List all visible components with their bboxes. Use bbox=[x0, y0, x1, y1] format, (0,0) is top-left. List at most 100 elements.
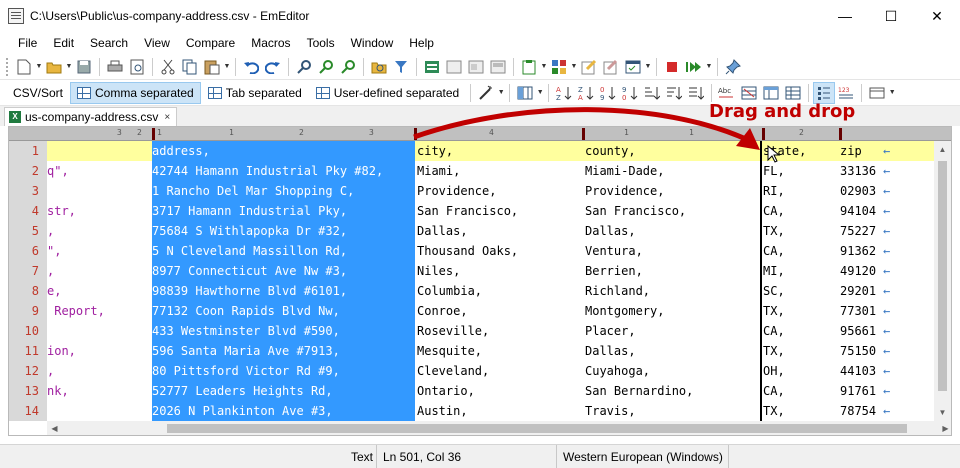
csv-cell[interactable]: 8977 Connecticut Ave Nw #3, bbox=[152, 261, 347, 281]
csv-cell[interactable]: e, bbox=[47, 281, 61, 301]
csv-cell[interactable]: Dallas, bbox=[417, 221, 468, 241]
csv-cell[interactable]: 75150 bbox=[840, 341, 876, 361]
vertical-scrollbar[interactable]: ▲ ▼ bbox=[934, 141, 951, 421]
csv-cell[interactable]: TX, bbox=[763, 341, 785, 361]
pin-icon[interactable] bbox=[722, 56, 744, 78]
csv-cell[interactable]: Dallas, bbox=[585, 341, 636, 361]
csv-cell[interactable]: Cleveland, bbox=[417, 361, 489, 381]
sort-numeric-descending-icon[interactable]: 90 bbox=[619, 82, 641, 104]
close-button[interactable]: ✕ bbox=[914, 0, 960, 32]
print-icon[interactable] bbox=[104, 56, 126, 78]
csv-cell[interactable]: , bbox=[47, 261, 54, 281]
csv-cell[interactable]: 91362 bbox=[840, 241, 876, 261]
csv-cell[interactable]: 78754 bbox=[840, 401, 876, 421]
customize-icon[interactable] bbox=[578, 56, 600, 78]
csv-sort-label[interactable]: CSV/Sort bbox=[6, 82, 70, 104]
csv-cell[interactable]: 52777 Leaders Heights Rd, bbox=[152, 381, 333, 401]
csv-cell[interactable]: 33136 bbox=[840, 161, 876, 181]
minimize-button[interactable]: — bbox=[822, 0, 868, 32]
wand-dropdown-icon[interactable]: ▼ bbox=[497, 89, 505, 96]
new-dropdown-icon[interactable]: ▼ bbox=[35, 63, 43, 70]
csv-cell[interactable]: address, bbox=[152, 141, 210, 161]
csv-cell[interactable]: Providence, bbox=[417, 181, 496, 201]
csv-cell[interactable]: 75684 S Withlapopka Dr #32, bbox=[152, 221, 347, 241]
horizontal-scroll-thumb[interactable] bbox=[167, 424, 907, 433]
magic-wand-icon[interactable] bbox=[475, 82, 497, 104]
status-encoding[interactable]: Western European (Windows) bbox=[556, 445, 729, 468]
csv-cell[interactable]: MI, bbox=[763, 261, 785, 281]
menu-edit[interactable]: Edit bbox=[45, 32, 82, 54]
sort-custom-icon[interactable] bbox=[685, 82, 707, 104]
menu-tools[interactable]: Tools bbox=[299, 32, 343, 54]
window-dropdown-icon[interactable]: ▼ bbox=[644, 63, 652, 70]
csv-cell[interactable]: 5 N Cleveland Massillon Rd, bbox=[152, 241, 347, 261]
csv-cell[interactable]: 75227 bbox=[840, 221, 876, 241]
paste-icon[interactable] bbox=[201, 56, 223, 78]
sort-descending-icon[interactable]: ZA bbox=[575, 82, 597, 104]
scroll-left-icon[interactable]: ◀ bbox=[47, 421, 62, 435]
csv-cell[interactable]: 95661 bbox=[840, 321, 876, 341]
csv-cell[interactable]: 42744 Hamann Industrial Pky #82, bbox=[152, 161, 383, 181]
clipboard-dropdown-icon[interactable]: ▼ bbox=[540, 63, 548, 70]
sort-numeric-ascending-icon[interactable]: 09 bbox=[597, 82, 619, 104]
plugins-dropdown-icon[interactable]: ▼ bbox=[570, 63, 578, 70]
toolbar-gray-icon[interactable] bbox=[443, 56, 465, 78]
csv-cell[interactable]: 80 Pittsford Victor Rd #9, bbox=[152, 361, 340, 381]
scroll-down-icon[interactable]: ▼ bbox=[934, 404, 951, 421]
toolbar-green-icon[interactable] bbox=[421, 56, 443, 78]
csv-cell[interactable]: 91761 bbox=[840, 381, 876, 401]
csv-cell[interactable]: Travis, bbox=[585, 401, 636, 421]
csv-cell[interactable]: CA, bbox=[763, 201, 785, 221]
paste-dropdown-icon[interactable]: ▼ bbox=[223, 63, 231, 70]
tab-separated-button[interactable]: Tab separated bbox=[201, 82, 309, 104]
csv-cell[interactable]: San Francisco, bbox=[585, 201, 686, 221]
more-options-icon[interactable] bbox=[866, 82, 888, 104]
tab-close-icon[interactable]: × bbox=[164, 112, 170, 123]
menu-window[interactable]: Window bbox=[343, 32, 402, 54]
plugins-icon[interactable] bbox=[548, 56, 570, 78]
csv-cell[interactable]: 433 Westminster Blvd #590, bbox=[152, 321, 340, 341]
status-mode[interactable]: Text bbox=[345, 445, 379, 468]
csv-cell[interactable]: Montgomery, bbox=[585, 301, 664, 321]
csv-cell[interactable]: 44103 bbox=[840, 361, 876, 381]
csv-cell[interactable]: SC, bbox=[763, 281, 785, 301]
csv-cell[interactable]: CA, bbox=[763, 241, 785, 261]
toolbar-grip[interactable] bbox=[6, 57, 9, 76]
toolbar-gray-icon[interactable] bbox=[487, 56, 509, 78]
scroll-right-icon[interactable]: ▶ bbox=[938, 421, 951, 435]
csv-cell[interactable]: OH, bbox=[763, 361, 785, 381]
horizontal-scrollbar[interactable]: ◀ ▶ bbox=[47, 421, 951, 435]
window-icon[interactable] bbox=[622, 56, 644, 78]
ruler-column-marker[interactable] bbox=[762, 128, 765, 140]
csv-cell[interactable]: Niles, bbox=[417, 261, 460, 281]
csv-cell[interactable]: Dallas, bbox=[585, 221, 636, 241]
sort-ascending-icon[interactable]: AZ bbox=[553, 82, 575, 104]
csv-cell[interactable]: Report, bbox=[47, 301, 105, 321]
csv-cell[interactable]: Cuyahoga, bbox=[585, 361, 650, 381]
csv-cell[interactable]: Ventura, bbox=[585, 241, 643, 261]
menu-compare[interactable]: Compare bbox=[178, 32, 243, 54]
csv-cell[interactable]: ion, bbox=[47, 341, 76, 361]
csv-cell[interactable]: county, bbox=[585, 141, 636, 161]
csv-cell[interactable]: city, bbox=[417, 141, 453, 161]
copy-icon[interactable] bbox=[179, 56, 201, 78]
csv-cell[interactable]: Berrien, bbox=[585, 261, 643, 281]
csv-cell[interactable]: 94104 bbox=[840, 201, 876, 221]
csv-cell[interactable]: CA, bbox=[763, 381, 785, 401]
csv-cell[interactable]: TX, bbox=[763, 401, 785, 421]
csv-cell[interactable]: nk, bbox=[47, 381, 69, 401]
csv-cell[interactable]: str, bbox=[47, 201, 76, 221]
find-in-files-icon[interactable] bbox=[368, 56, 390, 78]
csv-cell[interactable]: Miami, bbox=[417, 161, 460, 181]
csv-cell[interactable]: 29201 bbox=[840, 281, 876, 301]
csv-cell[interactable]: RI, bbox=[763, 181, 785, 201]
csv-cell[interactable]: Austin, bbox=[417, 401, 468, 421]
text-area[interactable]: address, city, county, state, zip ← q", 42744 H… bbox=[47, 141, 935, 421]
csv-cell[interactable]: , bbox=[47, 221, 54, 241]
menu-help[interactable]: Help bbox=[401, 32, 442, 54]
csv-cell[interactable]: ", bbox=[47, 241, 61, 261]
open-folder-icon[interactable] bbox=[43, 56, 65, 78]
csv-cell[interactable]: Roseville, bbox=[417, 321, 489, 341]
csv-cell[interactable]: TX, bbox=[763, 301, 785, 321]
columns-icon[interactable] bbox=[514, 82, 536, 104]
